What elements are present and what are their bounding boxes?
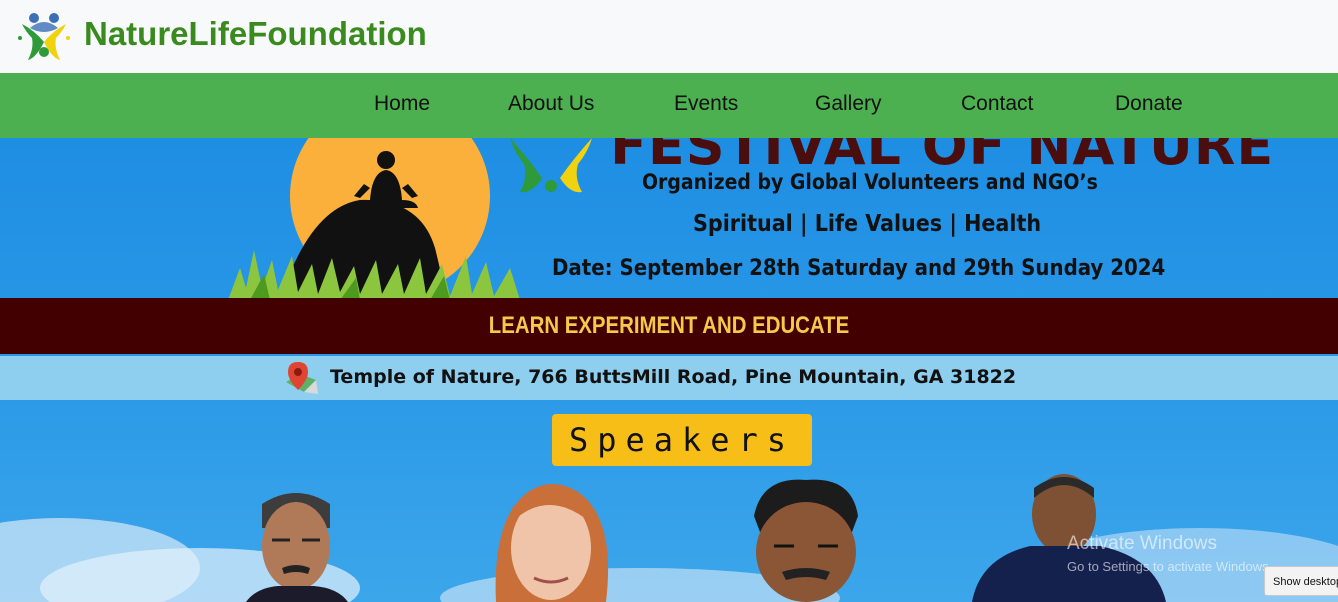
tagline-band: LEARN EXPERIMENT AND EDUCATE — [0, 298, 1338, 354]
brand-name[interactable]: NatureLifeFoundation — [84, 15, 427, 53]
activate-windows-watermark: Activate Windows Go to Settings to activ… — [1067, 533, 1272, 574]
speaker-portrait-3 — [754, 479, 858, 602]
tagline-text: LEARN EXPERIMENT AND EDUCATE — [488, 312, 850, 339]
show-desktop-tooltip[interactable]: Show desktop — [1264, 566, 1338, 596]
nav-home-link[interactable]: Home — [374, 92, 430, 116]
main-nav: Home About Us Events Gallery Contact Don… — [0, 73, 1338, 138]
foundation-logo-icon[interactable] — [14, 8, 74, 64]
nav-about-us-link[interactable]: About Us — [508, 92, 594, 116]
meditation-illustration-icon — [228, 138, 520, 300]
address-band: Temple of Nature, 766 ButtsMill Road, Pi… — [0, 356, 1338, 400]
nav-gallery-link[interactable]: Gallery — [815, 92, 882, 116]
festival-date-text: Date: September 28th Saturday and 29th S… — [552, 256, 1166, 281]
speakers-heading: Speakers — [568, 421, 796, 459]
event-address: Temple of Nature, 766 ButtsMill Road, Pi… — [330, 366, 1017, 388]
nav-events-link[interactable]: Events — [674, 92, 738, 116]
nav-donate-link[interactable]: Donate — [1115, 92, 1183, 116]
themes-text: Spiritual | Life Values | Health — [693, 211, 1042, 237]
site-header: NatureLifeFoundation — [0, 0, 1338, 73]
nav-contact-link[interactable]: Contact — [961, 92, 1033, 116]
banner-logo-icon — [510, 138, 592, 193]
activate-title: Activate Windows — [1067, 533, 1217, 554]
organized-by-text: Organized by Global Volunteers and NGO’s — [642, 170, 1098, 194]
map-pin-icon — [286, 362, 318, 394]
speaker-portrait-2 — [495, 484, 609, 602]
speakers-label-box: Speakers — [552, 414, 812, 466]
activate-subtitle: Go to Settings to activate Windows. — [1067, 559, 1273, 574]
festival-banner: FESTIVAL OF NATURE Organized by Global V… — [0, 138, 1338, 602]
speaker-portrait-1 — [246, 493, 348, 602]
